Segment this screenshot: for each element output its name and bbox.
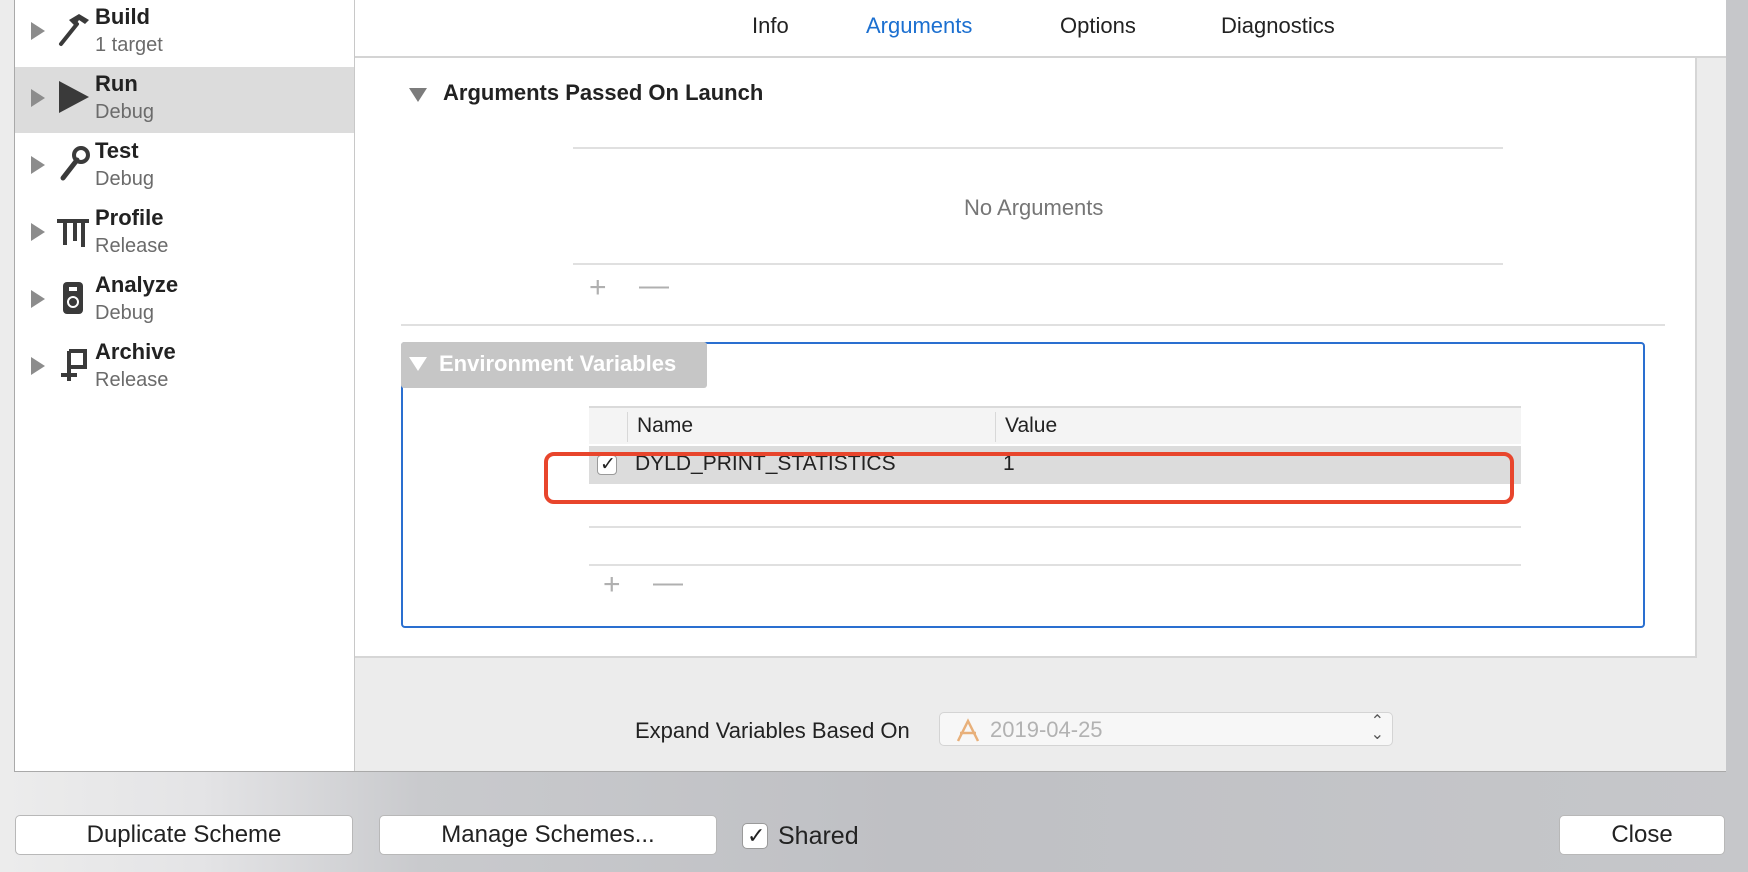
sidebar-item-subtitle: Debug [95, 168, 154, 190]
sidebar-item-subtitle: 1 target [95, 34, 163, 56]
sidebar-item-name: Profile [95, 205, 164, 230]
app-icon [956, 718, 980, 742]
no-arguments-text: No Arguments [964, 195, 1104, 220]
tab-options[interactable]: Options [1060, 13, 1136, 39]
wrench-icon [60, 146, 90, 181]
disclosure-triangle-icon[interactable] [409, 357, 427, 371]
column-header-name[interactable]: Name [637, 414, 693, 438]
duplicate-scheme-button[interactable]: Duplicate Scheme [15, 815, 353, 855]
sidebar-item-subtitle: Debug [95, 302, 154, 324]
analyze-icon [63, 282, 83, 314]
tab-bar: Info Arguments Options Diagnostics [355, 0, 1726, 58]
expand-variables-value: 2019-04-25 [990, 717, 1103, 742]
disclosure-triangle-icon[interactable] [31, 290, 45, 308]
profile-icon [57, 219, 89, 247]
scheme-editor-window: Build 1 target Run Debug Test Debug Prof… [14, 0, 1726, 772]
chevron-up-down-icon: ⌃ ⌄ [1370, 713, 1384, 743]
close-button[interactable]: Close [1559, 815, 1725, 855]
tab-arguments[interactable]: Arguments [866, 13, 972, 39]
divider [589, 564, 1521, 566]
env-table-header: Name Value [589, 406, 1521, 444]
disclosure-triangle-icon[interactable] [31, 156, 45, 174]
sidebar-item-build[interactable]: Build 1 target [15, 0, 354, 66]
divider [573, 147, 1503, 149]
divider [573, 263, 1503, 265]
arguments-content: Arguments Passed On Launch No Arguments … [355, 58, 1697, 658]
sidebar-item-name: Build [95, 4, 150, 29]
sidebar-item-test[interactable]: Test Debug [15, 134, 354, 200]
scheme-actions-sidebar: Build 1 target Run Debug Test Debug Prof… [15, 0, 355, 771]
expand-variables-popup[interactable]: 2019-04-25 ⌃ ⌄ [939, 712, 1393, 746]
sidebar-item-name: Analyze [95, 272, 179, 297]
column-separator [995, 412, 996, 442]
manage-schemes-button[interactable]: Manage Schemes... [379, 815, 717, 855]
hammer-icon [59, 14, 89, 46]
column-header-value[interactable]: Value [1005, 414, 1057, 438]
scheme-detail-panel: Info Arguments Options Diagnostics Argum… [355, 0, 1726, 771]
archive-icon [61, 349, 87, 381]
shared-label[interactable]: Shared [778, 822, 859, 851]
arguments-section-title: Arguments Passed On Launch [443, 80, 764, 105]
divider [401, 324, 1665, 326]
sidebar-item-archive[interactable]: Archive Release [15, 335, 354, 401]
disclosure-triangle-icon[interactable] [31, 223, 45, 241]
sidebar-item-name: Archive [95, 339, 176, 364]
add-argument-button[interactable]: + [589, 273, 607, 303]
sidebar-item-subtitle: Release [95, 235, 169, 257]
disclosure-triangle-icon[interactable] [31, 357, 45, 375]
expand-variables-row: Expand Variables Based On 2019-04-25 ⌃ ⌄ [355, 660, 1726, 770]
add-variable-button[interactable]: + [603, 570, 621, 600]
sidebar-item-subtitle: Debug [95, 101, 154, 123]
shared-checkbox[interactable]: ✓ [742, 823, 768, 849]
remove-variable-button[interactable]: — [653, 568, 683, 598]
checkmark-icon: ✓ [747, 823, 766, 848]
sidebar-item-profile[interactable]: Profile Release [15, 201, 354, 267]
environment-variables-header[interactable]: Environment Variables [401, 342, 707, 388]
sidebar-item-run[interactable]: Run Debug [15, 67, 354, 133]
environment-section-title: Environment Variables [439, 351, 677, 376]
disclosure-triangle-icon[interactable] [31, 22, 45, 40]
play-icon [59, 81, 89, 113]
tab-diagnostics[interactable]: Diagnostics [1221, 13, 1335, 39]
divider [589, 526, 1521, 528]
sidebar-item-subtitle: Release [95, 369, 169, 391]
disclosure-triangle-icon[interactable] [409, 88, 427, 102]
column-separator [627, 412, 628, 442]
disclosure-triangle-icon[interactable] [31, 89, 45, 107]
highlight-annotation [544, 452, 1514, 504]
sidebar-item-name: Test [95, 138, 139, 163]
remove-argument-button[interactable]: — [639, 271, 669, 301]
sidebar-item-name: Run [95, 71, 138, 96]
tab-info[interactable]: Info [752, 13, 789, 39]
expand-variables-label: Expand Variables Based On [635, 718, 910, 743]
sidebar-item-analyze[interactable]: Analyze Debug [15, 268, 354, 334]
